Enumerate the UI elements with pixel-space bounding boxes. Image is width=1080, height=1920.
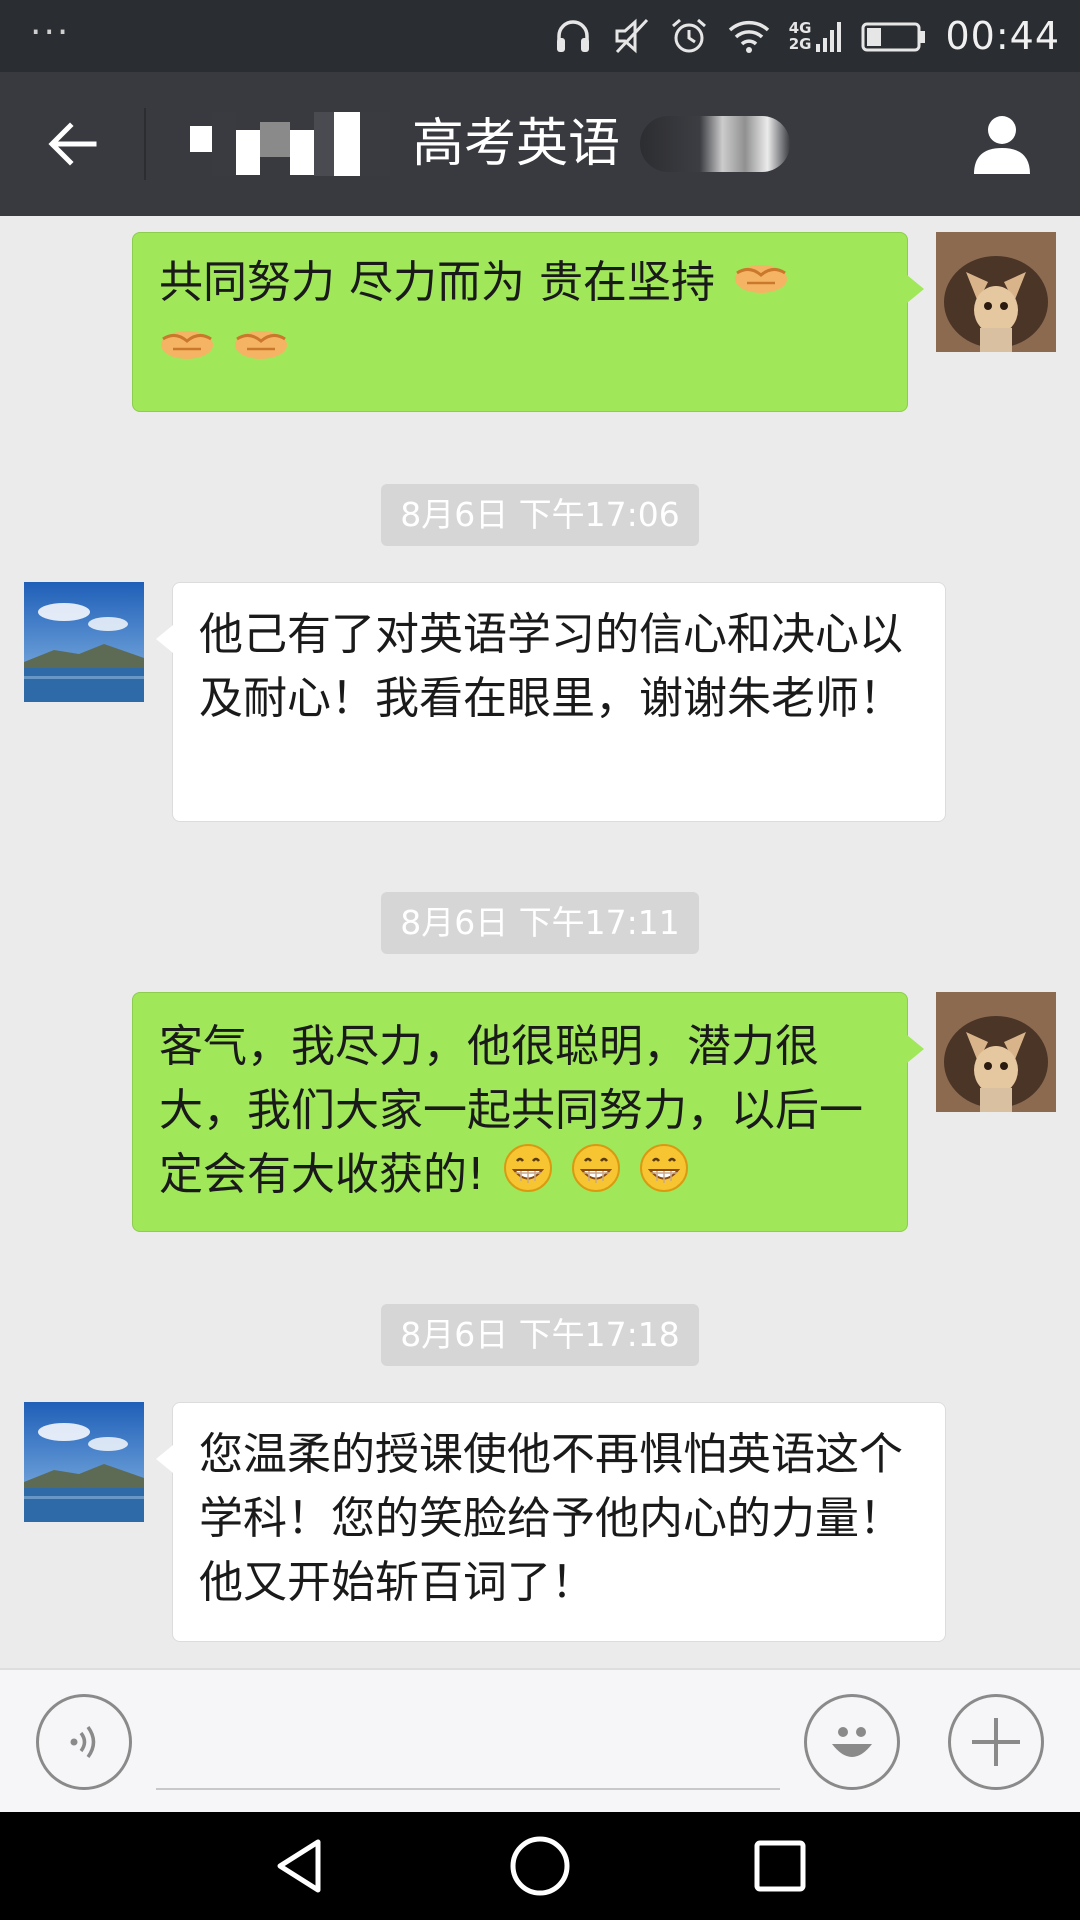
title-redaction bbox=[190, 112, 390, 176]
voice-icon bbox=[70, 1725, 96, 1759]
emoji-button[interactable] bbox=[804, 1694, 900, 1790]
message-timestamp: 8月6日 下午17:11 bbox=[381, 892, 699, 954]
nav-home-button[interactable] bbox=[504, 1830, 576, 1902]
message-list[interactable]: 共同努力 尽力而为 贵在坚持 8月6日 下午17:06 他己有了对英语学习的信心… bbox=[0, 216, 1080, 1668]
wifi-icon bbox=[727, 16, 771, 56]
system-navigation-bar bbox=[0, 1812, 1080, 1920]
voice-input-button[interactable] bbox=[36, 1694, 132, 1790]
headphones-icon bbox=[553, 16, 593, 56]
message-text: 共同努力 尽力而为 贵在坚持 bbox=[159, 257, 715, 308]
message-bubble-sent[interactable]: 共同努力 尽力而为 贵在坚持 bbox=[132, 232, 924, 412]
title-redaction-right bbox=[640, 116, 790, 172]
message-timestamp: 8月6日 下午17:06 bbox=[381, 484, 699, 546]
chat-title: 高考英语 bbox=[412, 114, 621, 174]
status-bar: ··· 4G 2G 00:44 bbox=[0, 0, 1080, 72]
message-bubble-received[interactable]: 您温柔的授课使他不再惧怕英语这个学科！您的笑脸给予他内心的力量！他又开始斩百词了… bbox=[156, 1402, 946, 1642]
net-type-bottom: 2G bbox=[788, 35, 812, 53]
person-icon bbox=[974, 116, 1030, 174]
message-bubble-sent[interactable]: 客气，我尽力，他很聪明，潜力很大，我们大家一起共同努力，以后一定会有大收获的! bbox=[132, 992, 924, 1232]
chat-input-bar bbox=[0, 1668, 1080, 1812]
smiley-icon bbox=[832, 1727, 872, 1757]
signal-icon: 4G 2G bbox=[789, 16, 844, 56]
handshake-emoji bbox=[159, 319, 215, 383]
more-options-button[interactable] bbox=[948, 1694, 1044, 1790]
handshake-emoji bbox=[233, 319, 289, 383]
plus-icon bbox=[972, 1718, 1020, 1766]
back-triangle-icon bbox=[277, 1839, 321, 1893]
status-icons: 4G 2G 00:44 bbox=[553, 12, 1060, 60]
arrow-left-icon bbox=[48, 122, 97, 166]
message-input[interactable] bbox=[156, 1700, 780, 1790]
message-timestamp: 8月6日 下午17:18 bbox=[381, 1304, 699, 1366]
chat-info-button[interactable] bbox=[958, 100, 1046, 188]
contact-avatar[interactable] bbox=[24, 1402, 144, 1522]
header-divider bbox=[144, 108, 146, 180]
grin-emoji bbox=[571, 1143, 621, 1211]
home-circle-icon bbox=[510, 1836, 570, 1896]
my-avatar[interactable] bbox=[936, 232, 1056, 352]
overflow-indicator: ··· bbox=[30, 12, 71, 53]
back-button[interactable] bbox=[30, 102, 114, 186]
grin-emoji bbox=[503, 1143, 553, 1211]
message-text: 您温柔的授课使他不再惧怕英语这个学科！您的笑脸给予他内心的力量！他又开始斩百词了… bbox=[199, 1429, 903, 1608]
handshake-emoji bbox=[733, 253, 789, 317]
message-text: 他己有了对英语学习的信心和决心以及耐心！我看在眼里，谢谢朱老师！ bbox=[199, 609, 903, 724]
nav-back-button[interactable] bbox=[264, 1830, 336, 1902]
recents-square-icon bbox=[754, 1840, 806, 1892]
my-avatar[interactable] bbox=[936, 992, 1056, 1112]
status-clock: 00:44 bbox=[945, 14, 1060, 58]
chat-header: 高考英语 bbox=[0, 72, 1080, 216]
battery-icon bbox=[861, 16, 927, 56]
mute-icon bbox=[611, 16, 651, 56]
nav-recents-button[interactable] bbox=[744, 1830, 816, 1902]
message-bubble-received[interactable]: 他己有了对英语学习的信心和决心以及耐心！我看在眼里，谢谢朱老师！ bbox=[156, 582, 946, 822]
grin-emoji bbox=[639, 1143, 689, 1211]
alarm-icon bbox=[669, 16, 709, 56]
contact-avatar[interactable] bbox=[24, 582, 144, 702]
